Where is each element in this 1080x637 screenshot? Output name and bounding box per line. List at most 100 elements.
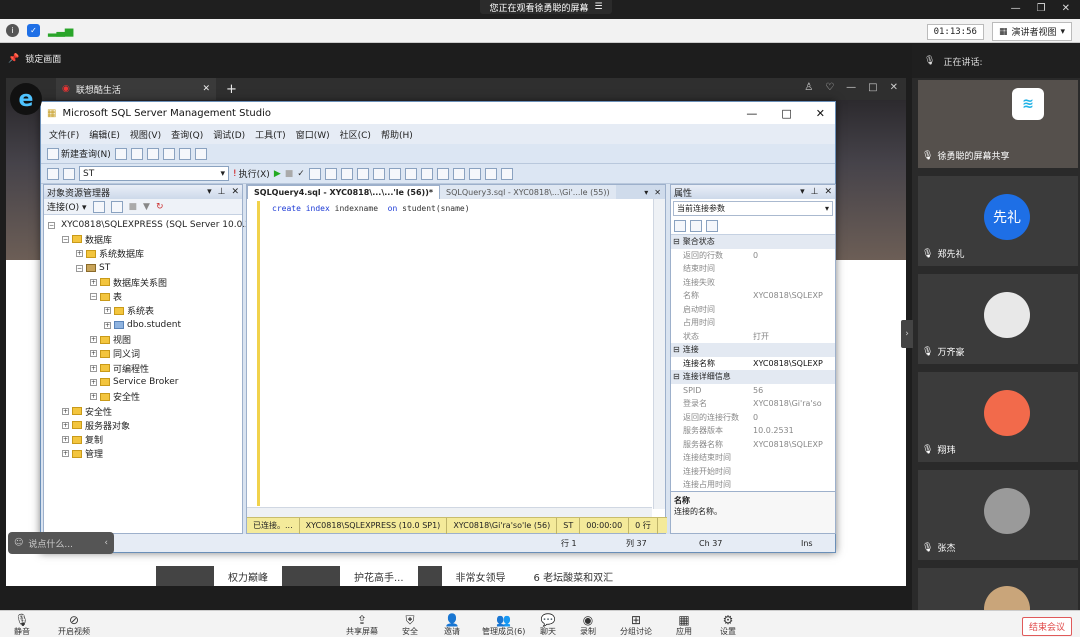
- menu-view[interactable]: 视图(V): [130, 128, 161, 141]
- expand-icon[interactable]: +: [90, 378, 97, 386]
- collapse-icon[interactable]: ⊟: [673, 237, 680, 246]
- properties-object-dropdown[interactable]: 当前连接参数 ▾: [673, 201, 833, 216]
- pin-icon[interactable]: ⊥: [218, 187, 226, 197]
- collapse-icon[interactable]: ⊟: [673, 345, 680, 354]
- pin-icon[interactable]: ⊥: [811, 187, 819, 197]
- new-tab-icon[interactable]: +: [226, 82, 237, 97]
- menu-query[interactable]: 查询(Q): [171, 128, 203, 141]
- thumbnail[interactable]: [417, 566, 442, 586]
- participant-tile[interactable]: 🎙 徐勇聪的屏幕共享: [918, 80, 1078, 168]
- collapse-icon[interactable]: ‹: [104, 538, 114, 548]
- parse-icon[interactable]: ✓: [297, 169, 305, 179]
- property-row[interactable]: 连接失败: [671, 276, 835, 290]
- close-tab-icon[interactable]: ✕: [202, 84, 210, 94]
- user-icon[interactable]: ♙: [804, 82, 813, 93]
- participant-tile[interactable]: 🎙 翔玮: [918, 372, 1078, 462]
- menu-community[interactable]: 社区(C): [340, 128, 371, 141]
- tree-node[interactable]: + 管理: [44, 447, 242, 461]
- tree-node[interactable]: − ST: [44, 261, 242, 275]
- control-chat[interactable]: 💬 聊天: [540, 613, 556, 636]
- tree-node[interactable]: − XYC0818\SQLEXPRESS (SQL Server 10.0.2: [44, 218, 251, 232]
- info-icon[interactable]: i: [6, 24, 19, 37]
- tree-node[interactable]: + 数据库关系图: [44, 275, 242, 289]
- expand-icon[interactable]: +: [104, 321, 111, 329]
- tree-node[interactable]: + 视图: [44, 332, 242, 346]
- collapse-icon[interactable]: −: [62, 235, 69, 243]
- expand-icon[interactable]: +: [90, 364, 97, 372]
- tab-sqlquery4[interactable]: SQLQuery4.sql - XYC0818\...\...'le (56))…: [247, 185, 441, 199]
- debug-icon[interactable]: ▶: [274, 169, 281, 179]
- vertical-scrollbar[interactable]: [653, 199, 665, 509]
- tree-node[interactable]: + Service Broker: [44, 375, 242, 389]
- toolbar-icon[interactable]: [388, 167, 401, 180]
- toolbar-icon[interactable]: [404, 167, 417, 180]
- connect-icon[interactable]: [92, 200, 105, 213]
- toolbar-icon[interactable]: [47, 167, 59, 180]
- property-category[interactable]: ⊟ 聚合状态: [671, 235, 835, 249]
- indent-icon[interactable]: [468, 167, 481, 180]
- property-row[interactable]: 返回的连接行数 0: [671, 411, 835, 425]
- collapse-panel-button[interactable]: ›: [901, 320, 913, 348]
- property-row[interactable]: 登录名 XYC0818\Gi'ra'so: [671, 397, 835, 411]
- horizontal-scrollbar[interactable]: [247, 507, 652, 517]
- property-row[interactable]: 启动时间: [671, 303, 835, 317]
- comment-icon[interactable]: [436, 167, 449, 180]
- tree-node[interactable]: + 复制: [44, 432, 242, 446]
- property-category[interactable]: ⊟ 连接: [671, 343, 835, 357]
- chevron-down-icon[interactable]: ▾: [207, 187, 212, 197]
- expand-icon[interactable]: +: [62, 436, 69, 444]
- disconnect-icon[interactable]: [110, 200, 123, 213]
- shield-icon[interactable]: ✓: [27, 24, 40, 37]
- toolbar-icon[interactable]: [130, 147, 143, 160]
- property-row[interactable]: 占用时间: [671, 316, 835, 330]
- activity-monitor-icon[interactable]: [194, 147, 207, 160]
- control-manage-members[interactable]: 👥 管理成员(6): [482, 613, 525, 636]
- categorized-icon[interactable]: [674, 220, 686, 232]
- open-file-icon[interactable]: [146, 147, 159, 160]
- tab-sqlquery3[interactable]: SQLQuery3.sql - XYC0818\...\Gi'...le (55…: [440, 185, 616, 199]
- expand-icon[interactable]: +: [62, 450, 69, 458]
- control-settings[interactable]: ⚙ 设置: [720, 613, 736, 636]
- expand-icon[interactable]: +: [62, 407, 69, 415]
- sql-code-area[interactable]: create index indexname on student(sname): [257, 201, 665, 506]
- maximize-icon[interactable]: □: [781, 107, 791, 120]
- toolbar-icon[interactable]: [63, 167, 75, 180]
- menu-tools[interactable]: 工具(T): [255, 128, 286, 141]
- expand-icon[interactable]: +: [76, 250, 83, 258]
- new-query-button[interactable]: 新建查询(N): [47, 147, 111, 160]
- collapse-icon[interactable]: −: [90, 293, 97, 301]
- minimize-icon[interactable]: —: [846, 82, 856, 93]
- property-pages-icon[interactable]: [706, 220, 718, 232]
- tree-node[interactable]: − 表: [44, 289, 242, 303]
- collapse-icon[interactable]: ⊟: [673, 372, 680, 381]
- property-row[interactable]: 结束时间: [671, 262, 835, 276]
- filter-icon[interactable]: ▼: [143, 202, 150, 212]
- tree-node[interactable]: + 安全性: [44, 390, 242, 404]
- close-icon[interactable]: ✕: [816, 107, 825, 120]
- close-icon[interactable]: ✕: [824, 187, 832, 197]
- participant-tile[interactable]: 🎙 张杰: [918, 470, 1078, 560]
- toolbar-icon[interactable]: [356, 167, 369, 180]
- execute-button[interactable]: ! 执行(X): [233, 167, 270, 181]
- refresh-icon[interactable]: ↻: [156, 202, 164, 212]
- minimize-icon[interactable]: —: [746, 107, 757, 120]
- control-invite[interactable]: 👤 邀请: [444, 613, 460, 636]
- close-icon[interactable]: ✕: [231, 187, 239, 197]
- database-dropdown[interactable]: ST ▾: [79, 166, 229, 181]
- chat-input[interactable]: ☺ 说点什么... ‹: [8, 532, 114, 554]
- stop-icon[interactable]: ■: [285, 169, 294, 179]
- chevron-down-icon[interactable]: ▾: [644, 188, 648, 197]
- menu-debug[interactable]: 调试(D): [213, 128, 245, 141]
- news-link[interactable]: 6 老坛酸菜和双汇: [534, 569, 614, 584]
- thumbnail[interactable]: [156, 566, 214, 586]
- specify-values-icon[interactable]: [500, 167, 513, 180]
- news-link[interactable]: 权力巅峰: [228, 569, 268, 584]
- collapse-icon[interactable]: −: [76, 264, 83, 272]
- menu-edit[interactable]: 编辑(E): [89, 128, 120, 141]
- uncomment-icon[interactable]: [452, 167, 465, 180]
- menu-window[interactable]: 窗口(W): [296, 128, 330, 141]
- toolbar-icon[interactable]: [420, 167, 433, 180]
- toolbar-icon[interactable]: [340, 167, 353, 180]
- app-icon[interactable]: ≋: [1012, 88, 1044, 120]
- tree-node[interactable]: + 服务器对象: [44, 418, 242, 432]
